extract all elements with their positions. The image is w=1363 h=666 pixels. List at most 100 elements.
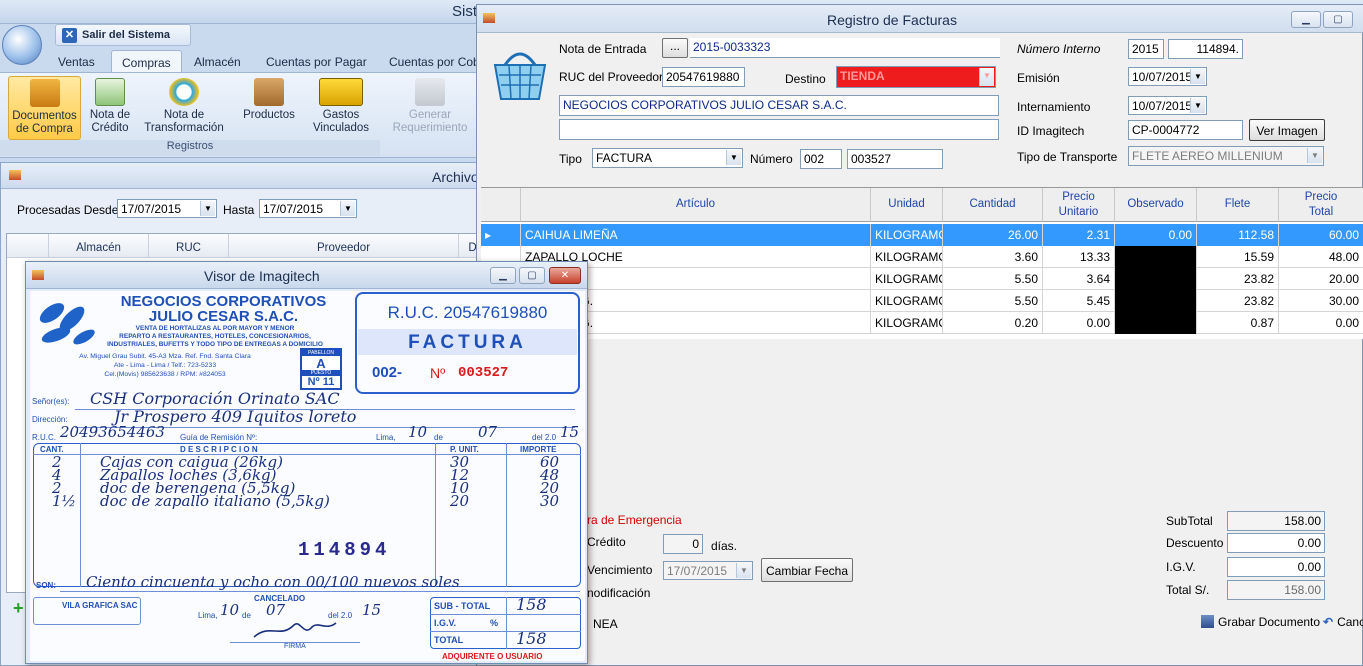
column-proveedor[interactable]: Proveedor	[229, 234, 459, 258]
tab-almacen[interactable]: Almacén	[184, 50, 251, 72]
tab-cuentas-por-pagar[interactable]: Cuentas por Pagar	[256, 50, 377, 72]
tab-ventas[interactable]: Ventas	[48, 50, 105, 72]
cell-precio[interactable]: 2.31	[1043, 224, 1115, 246]
numero-serie-input[interactable]: 002	[800, 149, 842, 169]
cell-unidad[interactable]: KILOGRAMO	[871, 312, 943, 334]
nota-de-credito-button[interactable]: Nota de Crédito	[84, 76, 136, 140]
grabar-documento-button[interactable]: Grabar Documento	[1201, 615, 1320, 633]
cell-flete[interactable]: 0.87	[1197, 312, 1279, 334]
proveedor-name-field[interactable]: NEGOCIOS CORPORATIVOS JULIO CESAR S.A.C.	[559, 95, 999, 116]
nota-entrada-input[interactable]: 2015-0033323	[690, 38, 1000, 58]
tab-compras[interactable]: Compras	[111, 50, 182, 72]
numero-interno-input[interactable]: 114894.	[1168, 39, 1243, 59]
column-precio-unitario[interactable]: Precio Unitario	[1043, 188, 1115, 222]
destino-select[interactable]: TIENDA ▼	[836, 66, 996, 88]
cambiar-fecha-button[interactable]: Cambiar Fecha	[761, 558, 853, 582]
chevron-down-icon[interactable]: ▼	[736, 563, 751, 578]
productos-button[interactable]: Productos	[236, 76, 302, 140]
cancelar-button[interactable]: ↶ Canc	[1323, 615, 1363, 633]
cell-total[interactable]: 20.00	[1279, 268, 1363, 290]
table-row[interactable]: ▸ CAIHUA LIMEÑA KILOGRAMO 26.00 2.31 0.0…	[481, 224, 1363, 246]
transporte-select[interactable]: FLETE AEREO MILLENIUM ▼	[1128, 146, 1324, 166]
column-flete[interactable]: Flete	[1197, 188, 1279, 222]
chevron-down-icon[interactable]: ▼	[726, 150, 741, 165]
cell-unidad[interactable]: KILOGRAMO	[871, 290, 943, 312]
hasta-date-picker[interactable]: 17/07/2015 ▼	[259, 199, 357, 218]
close-icon[interactable]: ✕	[549, 267, 581, 284]
cell-total[interactable]: 60.00	[1279, 224, 1363, 246]
cell-observado[interactable]	[1115, 246, 1197, 268]
cell-observado[interactable]	[1115, 268, 1197, 290]
exit-system-button[interactable]: ✕ Salir del Sistema	[55, 24, 191, 46]
minimize-icon[interactable]: ▁	[490, 267, 516, 284]
emision-date-picker[interactable]: 10/07/2015 ▼	[1128, 67, 1207, 86]
nota-de-transformacion-button[interactable]: Nota de Transformación	[140, 76, 228, 140]
cell-total[interactable]: 0.00	[1279, 312, 1363, 334]
chevron-down-icon[interactable]: ▼	[1307, 148, 1322, 163]
descuento-input[interactable]: 0.00	[1227, 533, 1325, 553]
column-articulo[interactable]: Artículo	[521, 188, 871, 222]
generar-requerimiento-button[interactable]: Generar Requerimiento	[386, 76, 474, 140]
tipo-value: FACTURA	[596, 151, 653, 165]
gastos-vinculados-button[interactable]: Gastos Vinculados	[308, 76, 374, 140]
cell-unidad[interactable]: KILOGRAMO	[871, 268, 943, 290]
table-row[interactable]: ZAPALLO LOCHE KILOGRAMO 3.60 13.33 15.59…	[481, 246, 1363, 268]
internamiento-date-picker[interactable]: 10/07/2015 ▼	[1128, 96, 1207, 115]
articulos-grid[interactable]: Artículo Unidad Cantidad Precio Unitario …	[481, 187, 1363, 339]
cell-precio[interactable]: 5.45	[1043, 290, 1115, 312]
minimize-icon[interactable]: ▁	[1291, 11, 1321, 28]
table-row[interactable]: ALIANO KG. KILOGRAMO 0.20 0.00 0.87 0.00	[481, 312, 1363, 334]
maximize-icon[interactable]: ▢	[519, 267, 545, 284]
cell-flete[interactable]: 23.82	[1197, 290, 1279, 312]
nota-entrada-browse-button[interactable]: ...	[662, 38, 688, 58]
column-cantidad[interactable]: Cantidad	[943, 188, 1043, 222]
table-row[interactable]: ALIANO KG. KILOGRAMO 5.50 5.45 23.82 30.…	[481, 290, 1363, 312]
table-row[interactable]: KG. KILOGRAMO 5.50 3.64 23.82 20.00	[481, 268, 1363, 290]
cell-cantidad[interactable]: 5.50	[943, 268, 1043, 290]
cell-flete[interactable]: 112.58	[1197, 224, 1279, 246]
app-menu-orb-icon[interactable]	[2, 25, 42, 65]
documentos-de-compra-button[interactable]: Documentos de Compra	[8, 76, 81, 140]
ver-imagen-button[interactable]: Ver Imagen	[1249, 119, 1325, 141]
cell-unidad[interactable]: KILOGRAMO	[871, 224, 943, 246]
cell-precio[interactable]: 13.33	[1043, 246, 1115, 268]
column-precio-total[interactable]: Precio Total	[1279, 188, 1363, 222]
column-almacen[interactable]: Almacén	[49, 234, 149, 258]
igv-input[interactable]: 0.00	[1227, 557, 1325, 577]
cell-total[interactable]: 48.00	[1279, 246, 1363, 268]
cell-observado[interactable]: 0.00	[1115, 224, 1197, 246]
vencimiento-date-picker[interactable]: 17/07/2015 ▼	[663, 561, 753, 580]
column-unidad[interactable]: Unidad	[871, 188, 943, 222]
cell-unidad[interactable]: KILOGRAMO	[871, 246, 943, 268]
numero-input[interactable]: 003527	[847, 149, 943, 169]
cell-flete[interactable]: 15.59	[1197, 246, 1279, 268]
cell-precio[interactable]: 3.64	[1043, 268, 1115, 290]
cell-observado[interactable]	[1115, 312, 1197, 334]
ruc-proveedor-input[interactable]: 20547619880	[662, 67, 745, 87]
chevron-down-icon[interactable]: ▼	[1190, 98, 1205, 113]
cell-cantidad[interactable]: 3.60	[943, 246, 1043, 268]
proveedor-extra-field[interactable]	[559, 119, 999, 140]
tab-cuentas-por-cobrar[interactable]: Cuentas por Cob	[379, 50, 490, 72]
cell-cantidad[interactable]: 0.20	[943, 312, 1043, 334]
cell-cantidad[interactable]: 5.50	[943, 290, 1043, 312]
numero-interno-year[interactable]: 2015	[1128, 39, 1164, 59]
cell-articulo[interactable]: CAIHUA LIMEÑA	[521, 224, 871, 246]
chevron-down-icon[interactable]: ▼	[340, 201, 355, 216]
cell-observado[interactable]	[1115, 290, 1197, 312]
chevron-down-icon[interactable]: ▼	[1190, 69, 1205, 84]
tipo-select[interactable]: FACTURA ▼	[592, 148, 743, 168]
credito-days-input[interactable]: 0	[663, 534, 703, 554]
cell-precio[interactable]: 0.00	[1043, 312, 1115, 334]
maximize-icon[interactable]: ▢	[1323, 11, 1353, 28]
imagitech-input[interactable]: CP-0004772	[1128, 120, 1243, 140]
cell-cantidad[interactable]: 26.00	[943, 224, 1043, 246]
cell-flete[interactable]: 23.82	[1197, 268, 1279, 290]
cell-total[interactable]: 30.00	[1279, 290, 1363, 312]
column-observado[interactable]: Observado	[1115, 188, 1197, 222]
desde-date-picker[interactable]: 17/07/2015 ▼	[117, 199, 217, 218]
chevron-down-icon[interactable]: ▼	[200, 201, 215, 216]
row-selector-icon[interactable]: ▸	[481, 224, 521, 246]
chevron-down-icon[interactable]: ▼	[979, 68, 994, 86]
column-ruc[interactable]: RUC	[149, 234, 229, 258]
